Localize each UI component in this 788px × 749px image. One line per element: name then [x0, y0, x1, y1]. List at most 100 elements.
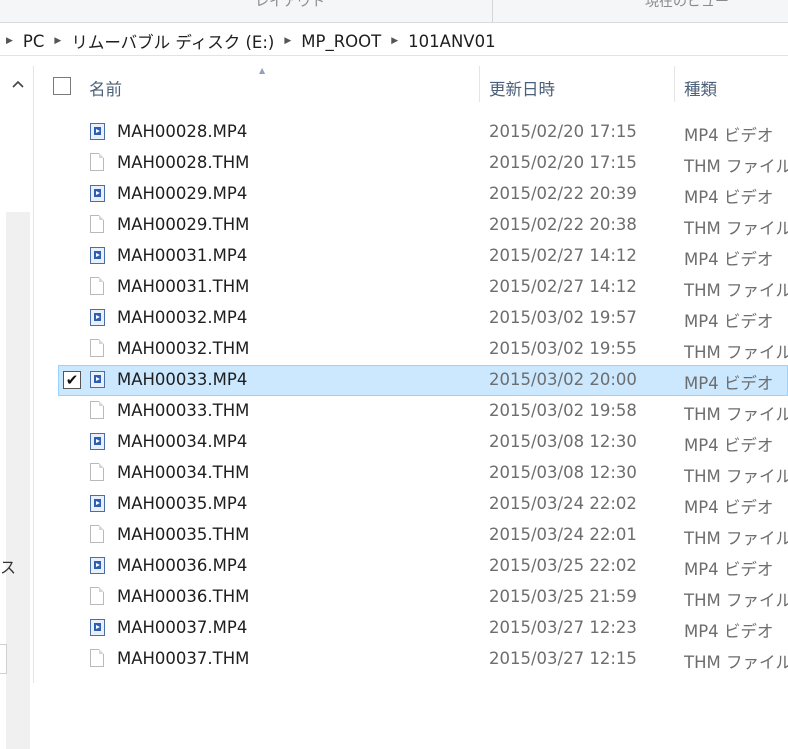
file-name: MAH00036.MP4	[117, 556, 248, 575]
video-file-icon	[90, 494, 106, 514]
file-row[interactable]: MAH00035.MP4 2015/03/24 22:02 MP4 ビデオ	[33, 489, 788, 520]
scroll-up-button[interactable]	[6, 69, 30, 99]
file-icon	[90, 215, 106, 235]
file-type: THM ファイル	[684, 529, 788, 548]
chevron-right-icon[interactable]: ▶	[278, 36, 297, 46]
file-date-modified: 2015/03/02 19:55	[489, 339, 637, 358]
file-name: MAH00035.MP4	[117, 494, 248, 513]
chevron-up-icon	[12, 80, 24, 88]
file-row[interactable]: MAH00032.THM 2015/03/02 19:55 THM ファイル	[33, 334, 788, 365]
file-date-modified: 2015/02/20 17:15	[489, 122, 637, 141]
navigation-pane: ス	[0, 66, 34, 749]
file-type: THM ファイル	[684, 157, 788, 176]
file-type: MP4 ビデオ	[684, 126, 774, 145]
file-date-modified: 2015/03/25 21:59	[489, 587, 637, 606]
file-date-modified: 2015/03/08 12:30	[489, 463, 637, 482]
file-date-modified: 2015/03/02 20:00	[489, 370, 637, 389]
file-row[interactable]: MAH00033.THM 2015/03/02 19:58 THM ファイル	[33, 396, 788, 427]
row-checkbox[interactable]: ✔	[63, 371, 81, 389]
video-file-icon	[90, 122, 106, 142]
file-icon	[90, 339, 106, 359]
ribbon-divider	[492, 0, 493, 22]
file-date-modified: 2015/03/02 19:58	[489, 401, 637, 420]
file-row[interactable]: MAH00029.THM 2015/02/22 20:38 THM ファイル	[33, 210, 788, 241]
file-type: MP4 ビデオ	[684, 250, 774, 269]
file-icon	[90, 277, 106, 297]
file-name: MAH00031.THM	[117, 277, 250, 296]
file-type: THM ファイル	[684, 219, 788, 238]
file-type: MP4 ビデオ	[684, 436, 774, 455]
file-type: MP4 ビデオ	[684, 498, 774, 517]
address-bar[interactable]: ▶ PC ▶ リムーバブル ディスク (E:) ▶ MP_ROOT ▶ 101A…	[0, 27, 788, 56]
file-row[interactable]: MAH00036.MP4 2015/03/25 22:02 MP4 ビデオ	[33, 551, 788, 582]
column-date-modified[interactable]: 更新日時	[489, 76, 555, 100]
video-file-icon	[90, 184, 106, 204]
breadcrumb-101anv01[interactable]: 101ANV01	[404, 32, 499, 51]
scrollbar-thumb[interactable]	[6, 100, 30, 212]
video-file-icon	[90, 618, 106, 638]
file-row[interactable]: MAH00035.THM 2015/03/24 22:01 THM ファイル	[33, 520, 788, 551]
file-row[interactable]: MAH00028.THM 2015/02/20 17:15 THM ファイル	[33, 148, 788, 179]
file-name: MAH00032.THM	[117, 339, 250, 358]
nav-pane-stub	[0, 644, 7, 674]
file-type: THM ファイル	[684, 653, 788, 672]
file-name: MAH00033.THM	[117, 401, 250, 420]
sort-ascending-icon: ▲	[259, 66, 266, 75]
file-name: MAH00029.THM	[117, 215, 250, 234]
file-row[interactable]: MAH00031.THM 2015/02/27 14:12 THM ファイル	[33, 272, 788, 303]
scrollbar-track[interactable]	[6, 212, 30, 749]
file-row[interactable]: MAH00029.MP4 2015/02/22 20:39 MP4 ビデオ	[33, 179, 788, 210]
file-type: THM ファイル	[684, 591, 788, 610]
chevron-right-icon[interactable]: ▶	[0, 36, 19, 46]
file-row[interactable]: MAH00037.THM 2015/03/27 12:15 THM ファイル	[33, 644, 788, 675]
video-file-icon	[90, 246, 106, 266]
file-row[interactable]: ✔ MAH00033.MP4 2015/03/02 20:00 MP4 ビデオ	[58, 365, 788, 396]
video-file-icon	[90, 432, 106, 452]
file-row[interactable]: MAH00031.MP4 2015/02/27 14:12 MP4 ビデオ	[33, 241, 788, 272]
file-name: MAH00032.MP4	[117, 308, 248, 327]
file-row[interactable]: MAH00028.MP4 2015/02/20 17:15 MP4 ビデオ	[33, 117, 788, 148]
column-type[interactable]: 種類	[684, 76, 717, 100]
column-divider[interactable]	[674, 66, 675, 102]
file-type: THM ファイル	[684, 467, 788, 486]
file-type: MP4 ビデオ	[684, 560, 774, 579]
file-date-modified: 2015/03/24 22:02	[489, 494, 637, 513]
file-icon	[90, 649, 106, 669]
file-date-modified: 2015/03/02 19:57	[489, 308, 637, 327]
chevron-right-icon[interactable]: ▶	[48, 36, 67, 46]
breadcrumb-mp-root[interactable]: MP_ROOT	[297, 32, 385, 51]
file-type: THM ファイル	[684, 281, 788, 300]
file-date-modified: 2015/02/20 17:15	[489, 153, 637, 172]
file-type: MP4 ビデオ	[684, 622, 774, 641]
breadcrumb-pc[interactable]: PC	[19, 32, 48, 51]
file-name: MAH00028.THM	[117, 153, 250, 172]
column-divider[interactable]	[479, 66, 480, 102]
file-row[interactable]: MAH00036.THM 2015/03/25 21:59 THM ファイル	[33, 582, 788, 613]
chevron-right-icon[interactable]: ▶	[385, 36, 404, 46]
file-row[interactable]: MAH00034.MP4 2015/03/08 12:30 MP4 ビデオ	[33, 427, 788, 458]
file-row[interactable]: MAH00037.MP4 2015/03/27 12:23 MP4 ビデオ	[33, 613, 788, 644]
column-name[interactable]: 名前	[89, 76, 122, 100]
breadcrumb-removable-disk[interactable]: リムーバブル ディスク (E:)	[67, 29, 278, 53]
column-header: ▲ 名前 更新日時 種類	[33, 66, 788, 108]
file-row[interactable]: MAH00034.THM 2015/03/08 12:30 THM ファイル	[33, 458, 788, 489]
file-row[interactable]: MAH00032.MP4 2015/03/02 19:57 MP4 ビデオ	[33, 303, 788, 334]
video-file-icon	[90, 308, 106, 328]
ribbon-group-layout: レイアウト	[255, 0, 325, 10]
nav-item-fragment[interactable]: ス	[0, 554, 16, 578]
video-file-icon	[90, 556, 106, 576]
file-date-modified: 2015/02/27 14:12	[489, 277, 637, 296]
file-icon	[90, 153, 106, 173]
file-icon	[90, 463, 106, 483]
file-type: MP4 ビデオ	[684, 374, 774, 393]
file-name: MAH00029.MP4	[117, 184, 248, 203]
ribbon-group-current-view: 現在のビュー	[645, 0, 729, 10]
select-all-checkbox[interactable]	[53, 77, 71, 95]
file-name: MAH00033.MP4	[117, 370, 248, 389]
file-date-modified: 2015/03/08 12:30	[489, 432, 637, 451]
file-name: MAH00034.MP4	[117, 432, 248, 451]
file-icon	[90, 401, 106, 421]
file-name: MAH00037.THM	[117, 649, 250, 668]
file-date-modified: 2015/02/27 14:12	[489, 246, 637, 265]
file-name: MAH00036.THM	[117, 587, 250, 606]
